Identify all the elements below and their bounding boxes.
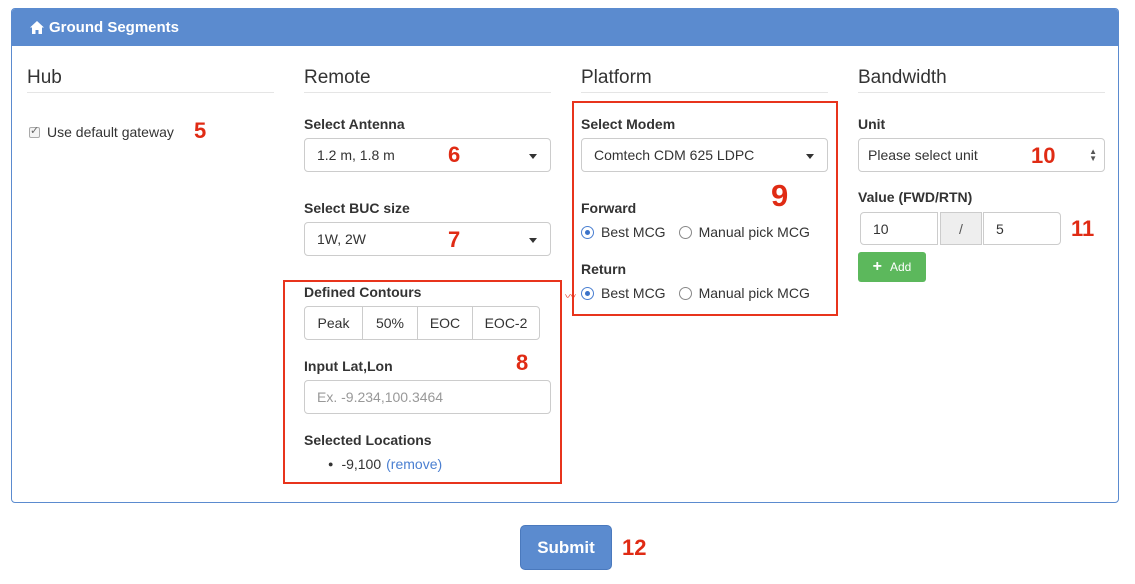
antenna-select[interactable]: 1.2 m, 1.8 m <box>304 138 551 172</box>
return-manual-mcg-label: Manual pick MCG <box>698 285 810 301</box>
buc-label: Select BUC size <box>304 200 410 216</box>
panel-heading: Ground Segments <box>12 9 1118 46</box>
forward-best-mcg-label: Best MCG <box>601 224 666 240</box>
modem-select[interactable]: Comtech CDM 625 LDPC <box>581 138 828 172</box>
bandwidth-divider <box>858 92 1105 93</box>
bandwidth-title: Bandwidth <box>858 67 947 88</box>
use-default-gateway[interactable]: Use default gateway <box>29 124 174 140</box>
forward-best-mcg-radio[interactable] <box>581 225 594 239</box>
unit-label: Unit <box>858 116 886 132</box>
contour-eoc-button[interactable]: EOC <box>417 306 473 340</box>
submit-label: Submit <box>537 537 595 557</box>
platform-divider <box>581 92 828 93</box>
chevron-down-icon <box>529 238 537 243</box>
location-list-item: ● -9,100 (remove) <box>328 456 442 472</box>
contours-button-group: Peak 50% EOC EOC-2 <box>304 306 540 340</box>
hub-divider <box>27 92 274 93</box>
selected-locations-label: Selected Locations <box>304 432 432 448</box>
separator-text: / <box>959 220 963 237</box>
callout-10: 10 <box>1031 143 1056 168</box>
contour-eoc2-button[interactable]: EOC-2 <box>472 306 540 340</box>
antenna-label: Select Antenna <box>304 116 405 132</box>
return-best-mcg-label: Best MCG <box>601 285 666 301</box>
callout-12: 12 <box>622 535 647 560</box>
fwd-value: 10 <box>873 220 889 237</box>
add-button[interactable]: + Add <box>858 252 926 282</box>
unit-value: Please select unit <box>868 147 978 163</box>
buc-value: 1W, 2W <box>317 231 367 247</box>
contour-50-button[interactable]: 50% <box>362 306 418 340</box>
remove-location-link[interactable]: (remove) <box>386 456 442 472</box>
connector-mark: 〰 <box>565 291 576 303</box>
bullet-icon: ● <box>328 459 334 469</box>
forward-manual-mcg-label: Manual pick MCG <box>698 224 810 240</box>
return-manual-mcg-radio[interactable] <box>678 286 692 300</box>
rtn-value: 5 <box>996 220 1004 237</box>
hub-title: Hub <box>27 67 62 88</box>
modem-value: Comtech CDM 625 LDPC <box>594 147 755 163</box>
platform-title: Platform <box>581 67 652 88</box>
updown-icon: ▲ ▼ <box>1089 147 1097 163</box>
return-best-mcg-radio[interactable] <box>581 286 594 300</box>
forward-label: Forward <box>581 200 637 216</box>
use-default-gateway-label: Use default gateway <box>47 124 174 140</box>
add-button-label: Add <box>889 260 912 274</box>
contour-peak-button[interactable]: Peak <box>304 306 363 340</box>
chevron-down-icon <box>806 154 814 159</box>
chevron-down-icon <box>529 154 537 159</box>
plus-icon: + <box>872 258 882 275</box>
callout-6: 6 <box>448 142 461 167</box>
latlon-placeholder: Ex. -9.234,100.3464 <box>317 389 444 405</box>
value-label: Value (FWD/RTN) <box>858 189 973 205</box>
return-label: Return <box>581 261 627 277</box>
callout-8: 8 <box>516 350 529 375</box>
use-default-gateway-checkbox[interactable] <box>29 124 40 138</box>
fwd-value-input[interactable]: 10 <box>860 212 938 245</box>
remote-divider <box>304 92 551 93</box>
value-separator: / <box>940 212 982 245</box>
latlon-input[interactable]: Ex. -9.234,100.3464 <box>304 380 551 414</box>
location-value: -9,100 <box>341 456 382 472</box>
home-icon <box>30 21 44 34</box>
forward-manual-mcg-radio[interactable] <box>678 225 692 239</box>
panel-title: Ground Segments <box>49 19 180 36</box>
callout-5: 5 <box>194 118 207 143</box>
forward-radio-group: Best MCG Manual pick MCG <box>581 224 810 240</box>
callout-7: 7 <box>448 227 461 252</box>
ground-segments-panel: Ground Segments <box>11 8 1119 503</box>
return-radio-group: Best MCG Manual pick MCG <box>581 285 810 301</box>
contours-label: Defined Contours <box>304 284 422 300</box>
callout-11: 11 <box>1071 216 1095 241</box>
rtn-value-input[interactable]: 5 <box>983 212 1061 245</box>
callout-9: 9 <box>771 178 789 213</box>
modem-label: Select Modem <box>581 116 676 132</box>
remote-title: Remote <box>304 67 371 88</box>
submit-button[interactable]: Submit <box>520 525 612 570</box>
unit-select[interactable]: Please select unit ▲ ▼ <box>858 138 1105 172</box>
buc-select[interactable]: 1W, 2W <box>304 222 551 256</box>
latlon-label: Input Lat,Lon <box>304 358 393 374</box>
antenna-value: 1.2 m, 1.8 m <box>317 147 395 163</box>
